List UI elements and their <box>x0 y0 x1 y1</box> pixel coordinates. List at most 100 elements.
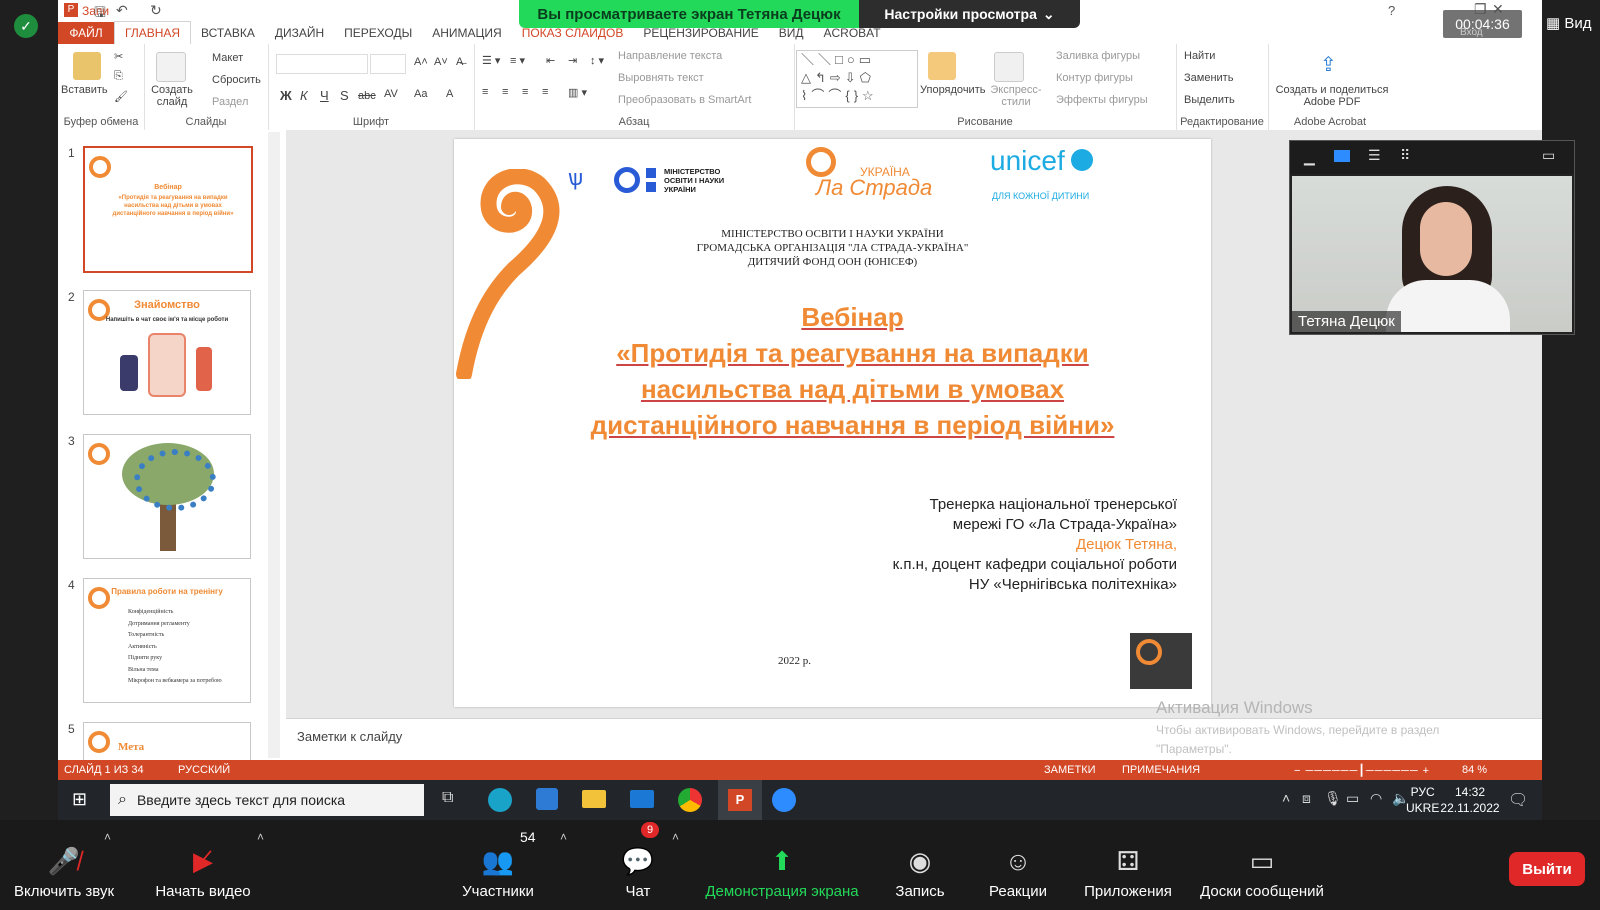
notes-placeholder[interactable]: Заметки к слайду <box>297 729 402 744</box>
smartart-button[interactable]: Преобразовать в SmartArt <box>618 94 751 106</box>
shadow-button[interactable]: S <box>340 88 349 103</box>
cut-icon[interactable]: ✂ <box>114 50 123 63</box>
audio-options-chevron-icon[interactable]: ˄ <box>104 830 111 844</box>
select-button[interactable]: Выделить <box>1184 94 1235 106</box>
align-center-icon[interactable]: ≡ <box>502 86 508 98</box>
redo-icon[interactable]: ↻ <box>150 2 162 19</box>
leave-meeting-button[interactable]: Выйти <box>1509 852 1585 886</box>
replace-button[interactable]: Заменить <box>1184 72 1233 84</box>
columns-icon[interactable]: ▥ ▾ <box>568 86 587 99</box>
taskbar-search[interactable]: ⌕ Введите здесь текст для поиска <box>110 784 424 816</box>
arrange-button[interactable]: Упорядочить <box>920 84 985 96</box>
minimize-video-icon[interactable]: ▁ <box>1304 149 1315 166</box>
apps-button[interactable]: ⚃ Приложения <box>1076 820 1180 910</box>
quick-styles-button[interactable]: Экспресс-стили <box>988 84 1044 108</box>
tab-design[interactable]: ДИЗАЙН <box>265 22 334 44</box>
underline-button[interactable]: Ч <box>320 88 329 103</box>
numbering-icon[interactable]: ≡ ▾ <box>510 54 525 67</box>
slide-thumbnail-2[interactable]: Знайомство Напишіть в чат своє ім'я та м… <box>83 290 251 415</box>
current-slide[interactable]: ѱ МІНІСТЕРСТВО ОСВІТИ І НАУКИ УКРАЇНИ УК… <box>454 139 1211 707</box>
bullets-icon[interactable]: ☰ ▾ <box>482 54 500 67</box>
start-video-button[interactable]: ▶̸ Начать видео <box>148 820 258 910</box>
italic-button[interactable]: К <box>300 88 308 103</box>
video-options-chevron-icon[interactable]: ˄ <box>257 830 264 844</box>
copy-icon[interactable]: ⎘ <box>114 70 123 83</box>
chat-chevron-icon[interactable]: ˄ <box>672 830 679 844</box>
comments-button[interactable]: ПРИМЕЧАНИЯ <box>1122 764 1200 776</box>
record-button[interactable]: ◉ Запись <box>892 820 948 910</box>
view-button[interactable]: ▦ Вид <box>1546 14 1592 32</box>
bold-button[interactable]: Ж <box>280 88 292 103</box>
slide-thumbnail-3[interactable] <box>83 434 251 559</box>
share-screen-button[interactable]: ⬆ Демонстрация экрана <box>700 820 864 910</box>
align-left-icon[interactable]: ≡ <box>482 86 488 98</box>
shapes-gallery[interactable]: ＼＼□○▭ △↰⇨⇩⬠ ⌇⌒⌒{}☆ <box>796 50 918 108</box>
zoom-level[interactable]: 84 % <box>1462 764 1487 776</box>
help-icon[interactable]: ? <box>1388 3 1395 18</box>
unmute-button[interactable]: 🎤̸ Включить звук <box>12 820 116 910</box>
font-size-select[interactable] <box>370 54 406 74</box>
tray-mic-icon[interactable]: 🎙 <box>1324 790 1342 807</box>
reset-button[interactable]: Сбросить <box>212 74 261 86</box>
shape-fill-button[interactable]: Заливка фигуры <box>1056 50 1140 62</box>
section-button[interactable]: Раздел <box>212 96 248 108</box>
font-name-select[interactable] <box>276 54 368 74</box>
shrink-font-icon[interactable]: A˅ <box>434 56 448 68</box>
windows-start-icon[interactable]: ⊞ <box>72 789 87 810</box>
align-text-button[interactable]: Выровнять текст <box>618 72 704 84</box>
justify-icon[interactable]: ≡ <box>542 86 548 98</box>
find-button[interactable]: Найти <box>1184 50 1215 62</box>
undo-icon[interactable]: ↶ <box>116 2 128 19</box>
view-options-dropdown[interactable]: Настройки просмотра ⌄ <box>859 0 1080 28</box>
paste-icon[interactable] <box>73 52 101 80</box>
change-case-button[interactable]: Aa <box>414 88 427 100</box>
file-explorer-icon[interactable] <box>582 790 606 808</box>
share-pdf-icon[interactable]: ⇪ <box>1320 52 1337 77</box>
tab-file[interactable]: ФАЙЛ <box>58 22 114 44</box>
tab-transitions[interactable]: ПЕРЕХОДЫ <box>334 22 422 44</box>
slide-thumbnail-4[interactable]: Правила роботи на тренінгу Конфіденційні… <box>83 578 251 703</box>
tray-device-icon[interactable]: ⧈ <box>1302 790 1311 807</box>
edge-icon[interactable] <box>488 788 512 812</box>
increase-indent-icon[interactable]: ⇥ <box>568 54 577 67</box>
speaker-view-icon[interactable] <box>1334 150 1350 162</box>
clear-format-icon[interactable]: A̶ <box>456 56 463 68</box>
task-view-icon[interactable]: ⧉ <box>442 789 453 807</box>
slide-thumbnail-5[interactable]: Мета <box>83 722 251 760</box>
new-slide-button[interactable]: Создать слайд <box>150 84 194 108</box>
notifications-icon[interactable]: 🗨 <box>1508 790 1528 810</box>
shape-outline-button[interactable]: Контур фигуры <box>1056 72 1133 84</box>
format-painter-icon[interactable]: 🖌 <box>114 90 128 103</box>
store-icon[interactable] <box>536 788 558 810</box>
new-slide-icon[interactable] <box>156 52 186 82</box>
char-spacing-button[interactable]: AV <box>384 88 398 100</box>
reactions-button[interactable]: ☺ Реакции <box>984 820 1052 910</box>
language-indicator[interactable]: РУССКИЙ <box>178 764 230 776</box>
align-right-icon[interactable]: ≡ <box>522 86 528 98</box>
taskbar-clock[interactable]: 14:32 22.11.2022 <box>1430 784 1510 816</box>
decrease-indent-icon[interactable]: ⇤ <box>546 54 555 67</box>
strip-view-icon[interactable]: ☰ <box>1368 147 1381 164</box>
zoom-taskbar-icon[interactable] <box>772 788 796 812</box>
slide-thumbnail-1[interactable]: Вебінар «Протидія та реагування на випад… <box>83 146 253 273</box>
battery-icon[interactable]: ▭ <box>1346 790 1359 807</box>
wifi-icon[interactable]: ◠ <box>1370 790 1382 807</box>
layout-button[interactable]: Макет <box>212 52 243 64</box>
create-share-pdf-button[interactable]: Создать и поделиться Adobe PDF <box>1272 84 1392 108</box>
boards-button[interactable]: ▭ Доски сообщений <box>1190 820 1334 910</box>
security-shield-icon[interactable]: ✓ <box>14 14 38 38</box>
shape-effects-button[interactable]: Эффекты фигуры <box>1056 94 1148 106</box>
quick-styles-icon[interactable] <box>994 52 1024 82</box>
zoom-slider[interactable]: − ──────┃────── + <box>1294 764 1430 777</box>
tab-home[interactable]: ГЛАВНАЯ <box>114 21 192 44</box>
exit-fullscreen-icon[interactable]: ▭ <box>1542 147 1555 164</box>
notes-button[interactable]: ЗАМЕТКИ <box>1044 764 1096 776</box>
thumbnails-scrollbar[interactable] <box>268 132 280 758</box>
grow-font-icon[interactable]: A˄ <box>414 56 428 68</box>
arrange-icon[interactable] <box>928 52 956 80</box>
participant-video-tile[interactable]: ▁ ☰ ⠿ ▭ Тетяна Децюк <box>1289 140 1575 335</box>
text-direction-button[interactable]: Направление текста <box>618 50 722 62</box>
tab-animations[interactable]: АНИМАЦИЯ <box>422 22 511 44</box>
paste-button[interactable]: Вставить <box>61 84 108 96</box>
powerpoint-taskbar-active[interactable]: P <box>718 780 762 820</box>
